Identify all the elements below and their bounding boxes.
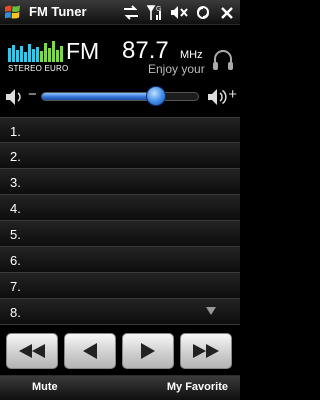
- volume-minus-label: −: [28, 86, 37, 103]
- band-label: FM: [66, 38, 100, 64]
- preset-item[interactable]: 2.: [0, 143, 240, 169]
- preset-item[interactable]: 8.: [0, 299, 240, 325]
- data-connection-icon[interactable]: [193, 3, 213, 22]
- windows-start-icon[interactable]: [4, 4, 21, 21]
- mute-softkey[interactable]: Mute: [32, 381, 58, 393]
- step-forward-button[interactable]: [122, 333, 174, 369]
- volume-slider-fill: [42, 93, 156, 100]
- volume-plus-label: +: [228, 86, 237, 103]
- equalizer-icon: [8, 41, 63, 62]
- preset-number: 6.: [10, 253, 21, 268]
- softkey-bar: Mute My Favorite: [0, 375, 240, 400]
- preset-list: 1. 2. 3. 4. 5. 6. 7. 8.: [0, 117, 240, 325]
- preset-number: 7.: [10, 279, 21, 294]
- step-back-icon: [83, 343, 97, 359]
- seek-forward-button[interactable]: [180, 333, 232, 369]
- step-back-button[interactable]: [64, 333, 116, 369]
- title-bar: FM Tuner G: [0, 0, 240, 25]
- seek-back-icon: [19, 344, 45, 358]
- preset-number: 8.: [10, 305, 21, 320]
- svg-text:G: G: [156, 6, 161, 13]
- volume-bar: − +: [0, 80, 240, 114]
- volume-slider-track[interactable]: [41, 92, 199, 101]
- my-favorite-softkey[interactable]: My Favorite: [167, 381, 228, 393]
- frequency-unit: MHz: [180, 49, 203, 61]
- speaker-muted-icon[interactable]: [169, 3, 189, 22]
- frequency-display: 87.7: [122, 37, 169, 64]
- preset-number: 3.: [10, 175, 21, 190]
- preset-item[interactable]: 3.: [0, 169, 240, 195]
- step-forward-icon: [141, 343, 155, 359]
- stereo-label: STEREO EURO: [8, 64, 69, 73]
- close-icon[interactable]: [217, 3, 237, 22]
- volume-down-speaker-icon[interactable]: [4, 86, 26, 108]
- seek-forward-icon: [193, 344, 219, 358]
- preset-number: 2.: [10, 149, 21, 164]
- headphone-icon[interactable]: [211, 48, 235, 72]
- app-title: FM Tuner: [29, 4, 87, 19]
- sync-arrows-icon[interactable]: [121, 3, 141, 22]
- preset-number: 5.: [10, 227, 21, 242]
- volume-up-speaker-icon[interactable]: [206, 86, 228, 108]
- preset-item[interactable]: 5.: [0, 221, 240, 247]
- seek-back-button[interactable]: [6, 333, 58, 369]
- signal-antenna-icon[interactable]: G: [145, 3, 165, 22]
- preset-item[interactable]: 1.: [0, 117, 240, 143]
- preset-number: 1.: [10, 124, 21, 139]
- status-icons: G: [121, 3, 237, 22]
- transport-controls: [0, 330, 240, 374]
- preset-item[interactable]: 4.: [0, 195, 240, 221]
- preset-item[interactable]: 7.: [0, 273, 240, 299]
- preset-item[interactable]: 6.: [0, 247, 240, 273]
- volume-slider-knob[interactable]: [146, 86, 167, 106]
- preset-number: 4.: [10, 201, 21, 216]
- rds-text: Enjoy your: [148, 62, 205, 76]
- scroll-down-arrow-icon[interactable]: [206, 307, 216, 315]
